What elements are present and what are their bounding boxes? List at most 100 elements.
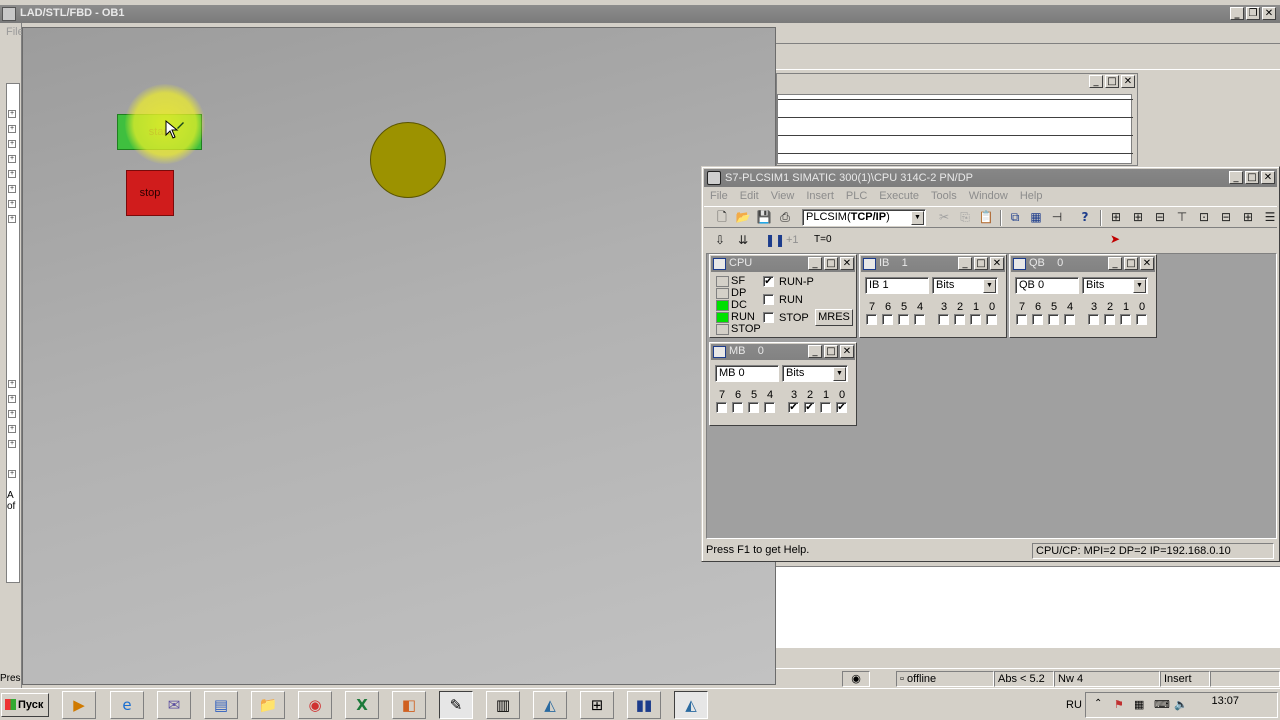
hardware-config-icon[interactable]: ▥ bbox=[486, 691, 520, 719]
ib-format-select[interactable]: Bits ▼ bbox=[932, 277, 998, 294]
tray-expand-icon[interactable]: ⌃ bbox=[1094, 698, 1102, 709]
stop-checkbox[interactable] bbox=[763, 312, 774, 323]
mail-icon[interactable]: ✉ bbox=[157, 691, 191, 719]
maximize-button[interactable]: □ bbox=[1245, 171, 1259, 184]
tree-expand-icon[interactable]: + bbox=[8, 200, 16, 208]
close-button[interactable]: ✕ bbox=[1140, 257, 1154, 270]
clock[interactable]: 13:07 bbox=[1211, 695, 1239, 707]
ib-bit-checkbox[interactable] bbox=[938, 314, 949, 325]
qb-bit-checkbox[interactable] bbox=[1032, 314, 1043, 325]
insert-output-icon[interactable]: ⊞ bbox=[1130, 209, 1146, 225]
qb-bit-checkbox[interactable] bbox=[1048, 314, 1059, 325]
close-button[interactable]: ✕ bbox=[840, 257, 854, 270]
lad-window-titlebar[interactable]: LAD/STL/FBD - OB1 _ ❐ ✕ bbox=[0, 5, 1280, 23]
insert-variable-icon[interactable]: ⊟ bbox=[1218, 209, 1234, 225]
minimize-button[interactable]: _ bbox=[808, 257, 822, 270]
insert-accumulator-icon[interactable]: ☰ bbox=[1262, 209, 1278, 225]
qb-bit-checkbox[interactable] bbox=[1136, 314, 1147, 325]
language-indicator[interactable]: RU bbox=[1066, 699, 1082, 711]
context-help-icon[interactable]: ? bbox=[1077, 209, 1093, 225]
mb-bit-checkbox[interactable] bbox=[820, 402, 831, 413]
tile-icon[interactable]: ▦ bbox=[1028, 209, 1044, 225]
tree-expand-icon[interactable]: + bbox=[8, 395, 16, 403]
mb-bit-checkbox[interactable]: ✔ bbox=[788, 402, 799, 413]
volume-icon[interactable]: 🔈 bbox=[1174, 698, 1188, 711]
plcsim-titlebar[interactable]: S7-PLCSIM1 SIMATIC 300(1)\CPU 314C-2 PN/… bbox=[704, 169, 1277, 187]
ib-bit-checkbox[interactable] bbox=[866, 314, 877, 325]
tree-expand-icon[interactable]: + bbox=[8, 155, 16, 163]
tree-expand-icon[interactable]: + bbox=[8, 170, 16, 178]
cascade-icon[interactable]: ⧉ bbox=[1007, 209, 1023, 225]
qb-window-titlebar[interactable]: QB 0 _ □ ✕ bbox=[1011, 256, 1155, 272]
save-icon[interactable]: 💾 bbox=[756, 209, 772, 225]
run-checkbox[interactable] bbox=[763, 294, 774, 305]
tree-expand-icon[interactable]: + bbox=[8, 470, 16, 478]
mb-format-select[interactable]: Bits ▼ bbox=[782, 365, 848, 382]
excel-icon[interactable]: X bbox=[345, 691, 379, 719]
cut-icon[interactable]: ✂ bbox=[936, 209, 952, 225]
menu-help[interactable]: Help bbox=[1014, 188, 1049, 204]
editor-network-area[interactable] bbox=[776, 566, 1280, 648]
minimize-button[interactable]: _ bbox=[1089, 75, 1103, 88]
maximize-button[interactable]: □ bbox=[974, 257, 988, 270]
qb-format-select[interactable]: Bits ▼ bbox=[1082, 277, 1148, 294]
pause-icon[interactable]: ❚❚ bbox=[765, 232, 785, 248]
mb-bit-checkbox[interactable] bbox=[764, 402, 775, 413]
print-icon[interactable]: ⎙ bbox=[777, 209, 793, 225]
tree-expand-icon[interactable]: + bbox=[8, 425, 16, 433]
close-button[interactable]: ✕ bbox=[1262, 7, 1276, 20]
maximize-button[interactable]: □ bbox=[1105, 75, 1119, 88]
cpu-window-titlebar[interactable]: CPU _ □ ✕ bbox=[711, 256, 855, 272]
insert-counter-icon[interactable]: ⊡ bbox=[1196, 209, 1212, 225]
ib-address-input[interactable]: IB 1 bbox=[865, 277, 929, 294]
tree-expand-icon[interactable]: + bbox=[8, 125, 16, 133]
maximize-button[interactable]: □ bbox=[824, 257, 838, 270]
ib-bit-checkbox[interactable] bbox=[914, 314, 925, 325]
pin-icon[interactable]: ⊣ bbox=[1049, 209, 1065, 225]
minimize-button[interactable]: _ bbox=[808, 345, 822, 358]
wincc-icon[interactable]: ◭ bbox=[533, 691, 567, 719]
qb-bit-checkbox[interactable] bbox=[1120, 314, 1131, 325]
block-tree[interactable]: + + + + + + + + + + + + + + A of bbox=[6, 83, 20, 583]
mb-address-input[interactable]: MB 0 bbox=[715, 365, 779, 382]
tree-expand-icon[interactable]: + bbox=[8, 110, 16, 118]
ib-bit-checkbox[interactable] bbox=[954, 314, 965, 325]
keyboard-icon[interactable]: ⌨ bbox=[1154, 698, 1170, 711]
close-button[interactable]: ✕ bbox=[990, 257, 1004, 270]
continuous-scan-icon[interactable]: ⇊ bbox=[735, 232, 751, 248]
single-scan-icon[interactable]: ⇩ bbox=[712, 232, 728, 248]
minimize-button[interactable]: _ bbox=[1108, 257, 1122, 270]
next-scan-button[interactable]: +1 bbox=[786, 234, 799, 246]
insert-input-icon[interactable]: ⊞ bbox=[1108, 209, 1124, 225]
mb-bit-checkbox[interactable] bbox=[716, 402, 727, 413]
ib-window-titlebar[interactable]: IB 1 _ □ ✕ bbox=[861, 256, 1005, 272]
copy-icon[interactable]: ⎘ bbox=[957, 209, 973, 225]
stop-button[interactable]: stop bbox=[126, 170, 174, 216]
menu-tools[interactable]: Tools bbox=[925, 188, 963, 204]
insert-timer-icon[interactable]: ⊤ bbox=[1174, 209, 1190, 225]
mb-bit-checkbox[interactable] bbox=[732, 402, 743, 413]
minimize-button[interactable]: _ bbox=[1229, 171, 1243, 184]
plcsim-task-icon[interactable]: ◭ bbox=[674, 691, 708, 719]
tree-expand-icon[interactable]: + bbox=[8, 140, 16, 148]
close-button[interactable]: ✕ bbox=[840, 345, 854, 358]
tree-expand-icon[interactable]: + bbox=[8, 185, 16, 193]
mb-bit-checkbox[interactable]: ✔ bbox=[804, 402, 815, 413]
ib-bit-checkbox[interactable] bbox=[986, 314, 997, 325]
minimize-button[interactable]: _ bbox=[958, 257, 972, 270]
network-tray-icon[interactable]: ▦ bbox=[1134, 698, 1144, 711]
new-file-icon[interactable]: 🗋 bbox=[714, 209, 730, 225]
ib-bit-checkbox[interactable] bbox=[970, 314, 981, 325]
declaration-table[interactable] bbox=[777, 94, 1133, 164]
mb-bit-checkbox[interactable] bbox=[748, 402, 759, 413]
reset-timers-button[interactable]: T=0 bbox=[814, 234, 832, 245]
qb-bit-checkbox[interactable] bbox=[1016, 314, 1027, 325]
run-p-checkbox[interactable]: ✔ bbox=[763, 276, 774, 287]
menu-window[interactable]: Window bbox=[963, 188, 1014, 204]
ib-bit-checkbox[interactable] bbox=[882, 314, 893, 325]
menu-edit[interactable]: Edit bbox=[734, 188, 765, 204]
menu-file[interactable]: File bbox=[704, 188, 734, 204]
presentation-icon[interactable]: ◧ bbox=[392, 691, 426, 719]
lad-editor-icon[interactable]: ▮▮ bbox=[627, 691, 661, 719]
start-button-taskbar[interactable]: Пуск bbox=[1, 693, 49, 717]
